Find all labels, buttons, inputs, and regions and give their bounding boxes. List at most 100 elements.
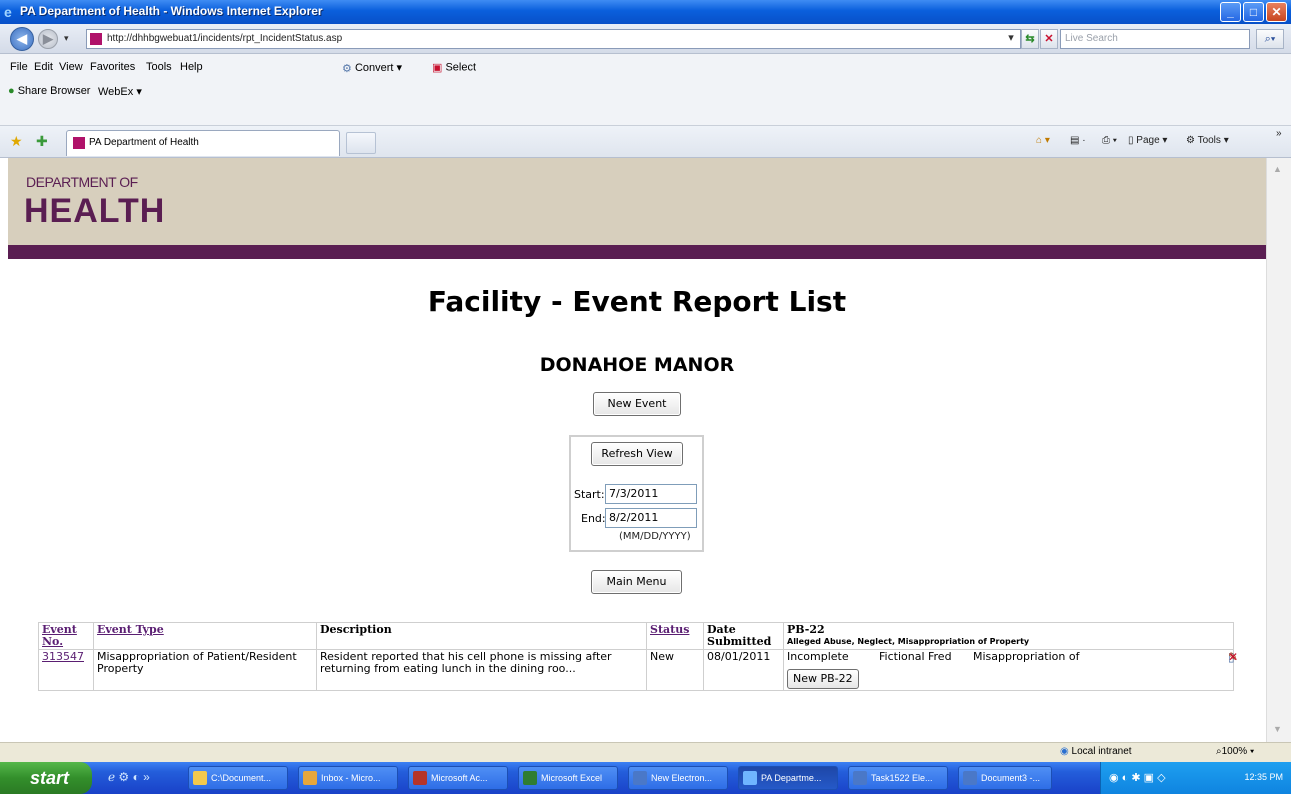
status-header-link[interactable]: Status xyxy=(650,623,689,636)
pb22-header-subtitle: Alleged Abuse, Neglect, Misappropriation… xyxy=(787,637,1030,646)
new-event-button[interactable]: New Event xyxy=(593,392,681,416)
webex-label: WebEx xyxy=(98,86,134,98)
outlook-icon xyxy=(303,771,317,785)
tray-icons[interactable]: ◉ ◐ ✱ ▣ ◇ xyxy=(1109,771,1166,784)
event-number-link[interactable]: 313547 xyxy=(42,650,84,663)
task-label: Microsoft Ac... xyxy=(431,773,488,783)
minimize-button[interactable]: _ xyxy=(1220,2,1241,22)
task-access[interactable]: Microsoft Ac... xyxy=(408,766,508,790)
tab-favicon-icon xyxy=(73,137,85,149)
zoom-control[interactable]: ⌕100% ▾ xyxy=(1216,746,1254,757)
convert-button[interactable]: ⚙ Convert ▾ xyxy=(342,61,402,75)
refresh-icon[interactable]: ⇆ xyxy=(1021,29,1039,49)
page-title: Facility - Event Report List xyxy=(427,285,847,318)
pb22-type: Misappropriation of xyxy=(973,650,1080,663)
task-label: Inbox - Micro... xyxy=(321,773,381,783)
task-label: New Electron... xyxy=(651,773,713,783)
date-filter-panel: Refresh View Start: 7/3/2011 End: 8/2/20… xyxy=(569,435,704,552)
task-task1522[interactable]: Task1522 Ele... xyxy=(848,766,948,790)
menu-help[interactable]: Help xyxy=(180,61,203,73)
menu-edit[interactable]: Edit xyxy=(34,61,53,73)
menu-view[interactable]: View xyxy=(59,61,83,73)
webex-menu[interactable]: WebEx ▾ xyxy=(98,85,142,98)
address-input[interactable]: http://dhhbgwebuat1/incidents/rpt_Incide… xyxy=(86,29,1021,49)
page-menu[interactable]: ▯ Page ▾ xyxy=(1128,135,1167,146)
home-icon[interactable]: ⌂ ▾ xyxy=(1036,135,1050,146)
facility-name: DONAHOE MANOR xyxy=(539,354,735,376)
close-window-button[interactable]: ✕ xyxy=(1266,2,1287,22)
feeds-icon[interactable]: ▤ · xyxy=(1070,135,1086,146)
status-bar: ◉ Local intranet ⌕100% ▾ xyxy=(0,742,1291,762)
share-browser-label: Share Browser xyxy=(17,85,91,97)
convert-dropdown-icon: ▾ xyxy=(396,62,403,74)
print-icon[interactable]: ⎙ ▾ xyxy=(1102,135,1117,146)
refresh-view-button[interactable]: Refresh View xyxy=(591,442,683,466)
delete-x-icon[interactable]: ✕ xyxy=(1228,651,1238,663)
tab-bar: ★ ✚ PA Department of Health ⌂ ▾ ▤ · ⎙ ▾ … xyxy=(0,126,1291,158)
pb22-person: Fictional Fred xyxy=(879,650,952,663)
end-date-input[interactable]: 8/2/2011 xyxy=(605,508,697,528)
ie-icon xyxy=(743,771,757,785)
task-document3[interactable]: Document3 -... xyxy=(958,766,1052,790)
task-outlook-inbox[interactable]: Inbox - Micro... xyxy=(298,766,398,790)
scroll-down-icon[interactable]: ▼ xyxy=(1273,724,1282,734)
add-favorite-icon[interactable]: ✚ xyxy=(36,133,48,150)
excel-icon xyxy=(523,771,537,785)
favorites-star-icon[interactable]: ★ xyxy=(10,133,23,150)
system-tray: ◉ ◐ ✱ ▣ ◇ 12:35 PM xyxy=(1100,762,1291,794)
status-cell: New xyxy=(646,649,704,691)
tools-gear-icon: ⚙ xyxy=(1186,135,1198,146)
date-format-hint: (MM/DD/YYYY) xyxy=(619,531,691,542)
event-no-header-link[interactable]: Event No. xyxy=(42,623,77,648)
share-browser-button[interactable]: ● Share Browser xyxy=(8,85,90,97)
search-icon[interactable]: ⌕▾ xyxy=(1256,29,1284,49)
select-button[interactable]: ▣ Select xyxy=(432,61,476,74)
toolbar-overflow-icon[interactable]: » xyxy=(1276,128,1282,139)
new-tab-button[interactable] xyxy=(346,132,376,154)
event-report-table: Event No. Event Type Description Status … xyxy=(38,622,1238,691)
search-input[interactable]: Live Search xyxy=(1060,29,1250,49)
maximize-button[interactable]: □ xyxy=(1243,2,1264,22)
windows-taskbar: start ℯ ⚙ ◐ » C:\Document... Inbox - Mic… xyxy=(0,762,1291,794)
start-date-input[interactable]: 7/3/2011 xyxy=(605,484,697,504)
task-excel[interactable]: Microsoft Excel xyxy=(518,766,618,790)
task-new-electron[interactable]: New Electron... xyxy=(628,766,728,790)
select-label: Select xyxy=(445,61,477,74)
task-pa-department[interactable]: PA Departme... xyxy=(738,766,838,790)
event-type-header-link[interactable]: Event Type xyxy=(97,623,164,636)
word-icon xyxy=(963,771,977,785)
table-header-row: Event No. Event Type Description Status … xyxy=(38,622,1234,650)
forward-button[interactable]: ▶ xyxy=(38,29,58,49)
main-menu-button[interactable]: Main Menu xyxy=(591,570,682,594)
taskbar-clock: 12:35 PM xyxy=(1244,772,1283,782)
start-date-label: Start: xyxy=(574,488,605,501)
pb22-status: Incomplete xyxy=(787,650,849,663)
window-title-bar: e PA Department of Health - Windows Inte… xyxy=(0,0,1291,24)
back-button[interactable]: ◀ xyxy=(10,27,34,51)
tools-menu[interactable]: ⚙ Tools ▾ xyxy=(1186,135,1229,146)
tab-pa-department-of-health[interactable]: PA Department of Health xyxy=(66,130,340,156)
select-icon: ▣ xyxy=(432,62,443,74)
share-browser-icon: ● xyxy=(8,85,15,98)
recent-pages-dropdown-icon[interactable]: ▾ xyxy=(64,33,69,44)
convert-icon: ⚙ xyxy=(342,62,352,75)
menu-file[interactable]: File xyxy=(10,61,28,73)
tab-label: PA Department of Health xyxy=(89,137,199,148)
end-date-label: End: xyxy=(581,512,606,525)
menu-favorites[interactable]: Favorites xyxy=(90,61,135,73)
date-submitted-header: Date Submitted xyxy=(703,622,784,650)
access-icon xyxy=(413,771,427,785)
address-dropdown-icon[interactable]: ▾ xyxy=(1003,29,1019,49)
scroll-up-icon[interactable]: ▲ xyxy=(1273,164,1282,174)
start-button[interactable]: start xyxy=(0,762,92,794)
task-explorer[interactable]: C:\Document... xyxy=(188,766,288,790)
vertical-scrollbar[interactable]: ▲ ▼ xyxy=(1266,158,1291,742)
zoom-level: 100% xyxy=(1221,746,1248,757)
stop-icon[interactable]: ✕ xyxy=(1040,29,1058,49)
new-pb22-button[interactable]: New PB-22 xyxy=(787,669,859,689)
menu-tools[interactable]: Tools xyxy=(146,61,172,73)
quick-launch-icons[interactable]: ℯ ⚙ ◐ » xyxy=(108,770,150,784)
pb22-record: Incomplete Fictional Fred Misappropriati… xyxy=(787,650,1238,667)
intranet-zone-icon: ◉ xyxy=(1060,746,1072,757)
start-label: start xyxy=(30,768,70,788)
